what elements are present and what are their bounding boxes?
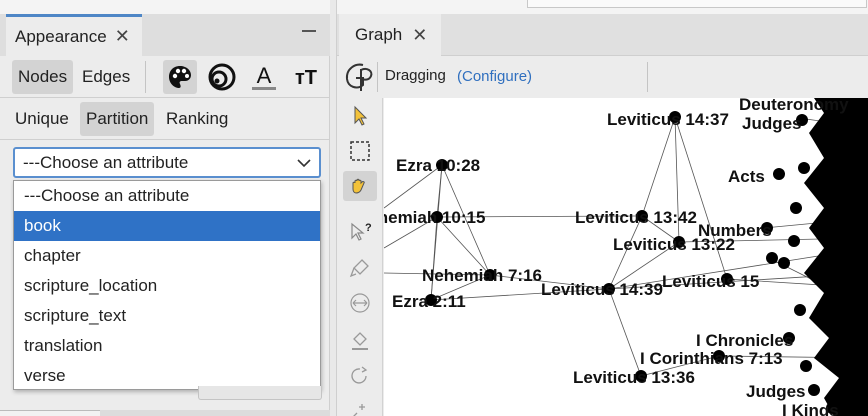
label-size-letters: тT bbox=[295, 67, 317, 89]
toolbar-divider bbox=[145, 61, 146, 93]
edges-toggle[interactable]: Edges bbox=[76, 60, 136, 94]
node-label: Leviticus 13:42 bbox=[575, 208, 697, 227]
nodes-toggle[interactable]: Nodes bbox=[12, 60, 74, 94]
option-scripture-location[interactable]: scripture_location bbox=[14, 271, 320, 301]
gephi-logo-icon bbox=[341, 59, 377, 95]
node-label: Nehemiah 10:15 bbox=[384, 208, 485, 227]
bottom-tab[interactable] bbox=[0, 410, 100, 416]
svg-text:?: ? bbox=[365, 222, 372, 234]
node-label: Judges bbox=[742, 114, 802, 133]
node-label: Leviticus 14:37 bbox=[607, 110, 729, 129]
graph-side-toolbar: ? bbox=[337, 98, 383, 416]
graph-toolbar: Dragging (Configure) bbox=[337, 56, 868, 98]
graph-tab-bar: Graph ✕ bbox=[337, 14, 868, 56]
size-arrows-icon[interactable] bbox=[343, 288, 377, 318]
size-icon[interactable] bbox=[205, 60, 239, 94]
tab-graph[interactable]: Graph ✕ bbox=[339, 14, 441, 56]
bottom-tab-strip bbox=[0, 410, 330, 416]
close-icon[interactable]: ✕ bbox=[412, 25, 427, 46]
toolbar-divider bbox=[647, 62, 648, 92]
bucket-icon[interactable] bbox=[343, 326, 377, 356]
top-toolbar-edge bbox=[527, 0, 867, 8]
label-size-icon[interactable]: тT bbox=[289, 60, 323, 94]
attribute-select[interactable]: ---Choose an attribute bbox=[13, 147, 321, 178]
node-label: Ezra 10:28 bbox=[396, 156, 480, 175]
node-label: Nehemiah 7:16 bbox=[422, 266, 542, 285]
minimize-icon[interactable] bbox=[302, 30, 316, 32]
hand-drag-icon[interactable] bbox=[343, 171, 377, 201]
tab-ranking[interactable]: Ranking bbox=[160, 102, 234, 136]
dense-node-cluster bbox=[773, 98, 868, 416]
close-icon[interactable]: ✕ bbox=[115, 26, 130, 47]
label-color-letter: A bbox=[257, 63, 272, 88]
attribute-dropdown-list: ---Choose an attribute book chapter scri… bbox=[13, 180, 321, 390]
configure-link[interactable]: (Configure) bbox=[457, 68, 532, 85]
node-label: I Chronicles bbox=[696, 331, 793, 350]
option-translation[interactable]: translation bbox=[14, 331, 320, 361]
app-window: Appearance ✕ Nodes Edges A тT Unique Par… bbox=[0, 0, 868, 416]
node-label: Leviticus 13:22 bbox=[613, 235, 735, 254]
node-label: Leviticus 14:39 bbox=[541, 280, 663, 299]
option-chapter[interactable]: chapter bbox=[14, 241, 320, 271]
panel-top-strip bbox=[337, 0, 868, 14]
chevron-down-icon bbox=[297, 155, 311, 175]
label-color-icon[interactable]: A bbox=[247, 60, 281, 94]
tab-appearance-label: Appearance bbox=[15, 26, 107, 46]
graph-canvas[interactable]: Deuteronomy Leviticus 14:37 Judges Ezra … bbox=[384, 98, 868, 416]
toolbar-divider bbox=[377, 62, 378, 92]
node-label: I Kings bbox=[782, 401, 839, 416]
rectangle-select-icon[interactable] bbox=[343, 136, 377, 166]
transform-tabs: Unique Partition Ranking bbox=[0, 98, 330, 140]
graph-panel: Graph ✕ Dragging (Configure) ? Deuterono… bbox=[336, 0, 868, 416]
tab-partition[interactable]: Partition bbox=[80, 102, 155, 136]
appearance-panel: Appearance ✕ Nodes Edges A тT Unique Par… bbox=[0, 0, 330, 416]
element-type-toolbar: Nodes Edges A тT bbox=[0, 56, 330, 98]
node-label: Acts bbox=[728, 167, 765, 186]
graph-svg[interactable]: Deuteronomy Leviticus 14:37 Judges Ezra … bbox=[384, 98, 868, 416]
add-node-icon[interactable] bbox=[343, 395, 377, 416]
painter-icon[interactable] bbox=[343, 253, 377, 283]
option-scripture-text[interactable]: scripture_text bbox=[14, 301, 320, 331]
panel-top-strip bbox=[0, 0, 330, 14]
tab-appearance[interactable]: Appearance ✕ bbox=[6, 14, 142, 56]
apply-button[interactable] bbox=[198, 386, 322, 400]
attribute-select-value: ---Choose an attribute bbox=[23, 152, 189, 172]
direct-select-icon[interactable]: ? bbox=[343, 218, 377, 248]
rotate-icon[interactable] bbox=[343, 361, 377, 391]
node-labels: Deuteronomy Leviticus 14:37 Judges Ezra … bbox=[384, 98, 849, 416]
tab-graph-label: Graph bbox=[355, 25, 403, 44]
node-label: Judges bbox=[746, 382, 806, 401]
node-label: Leviticus 15 bbox=[662, 272, 759, 291]
appearance-tab-bar: Appearance ✕ bbox=[0, 14, 330, 56]
node-label: Leviticus 13:36 bbox=[573, 368, 695, 387]
mode-label: Dragging bbox=[385, 67, 446, 84]
option-book[interactable]: book bbox=[14, 211, 320, 241]
tab-unique[interactable]: Unique bbox=[9, 102, 75, 136]
node-label: Deuteronomy bbox=[739, 98, 849, 114]
node-label: I Corinthians 7:13 bbox=[640, 349, 783, 368]
palette-icon[interactable] bbox=[163, 60, 197, 94]
option-choose-attribute[interactable]: ---Choose an attribute bbox=[14, 181, 320, 211]
node-label: Ezra 2:11 bbox=[392, 292, 466, 311]
select-arrow-icon[interactable] bbox=[343, 101, 377, 131]
